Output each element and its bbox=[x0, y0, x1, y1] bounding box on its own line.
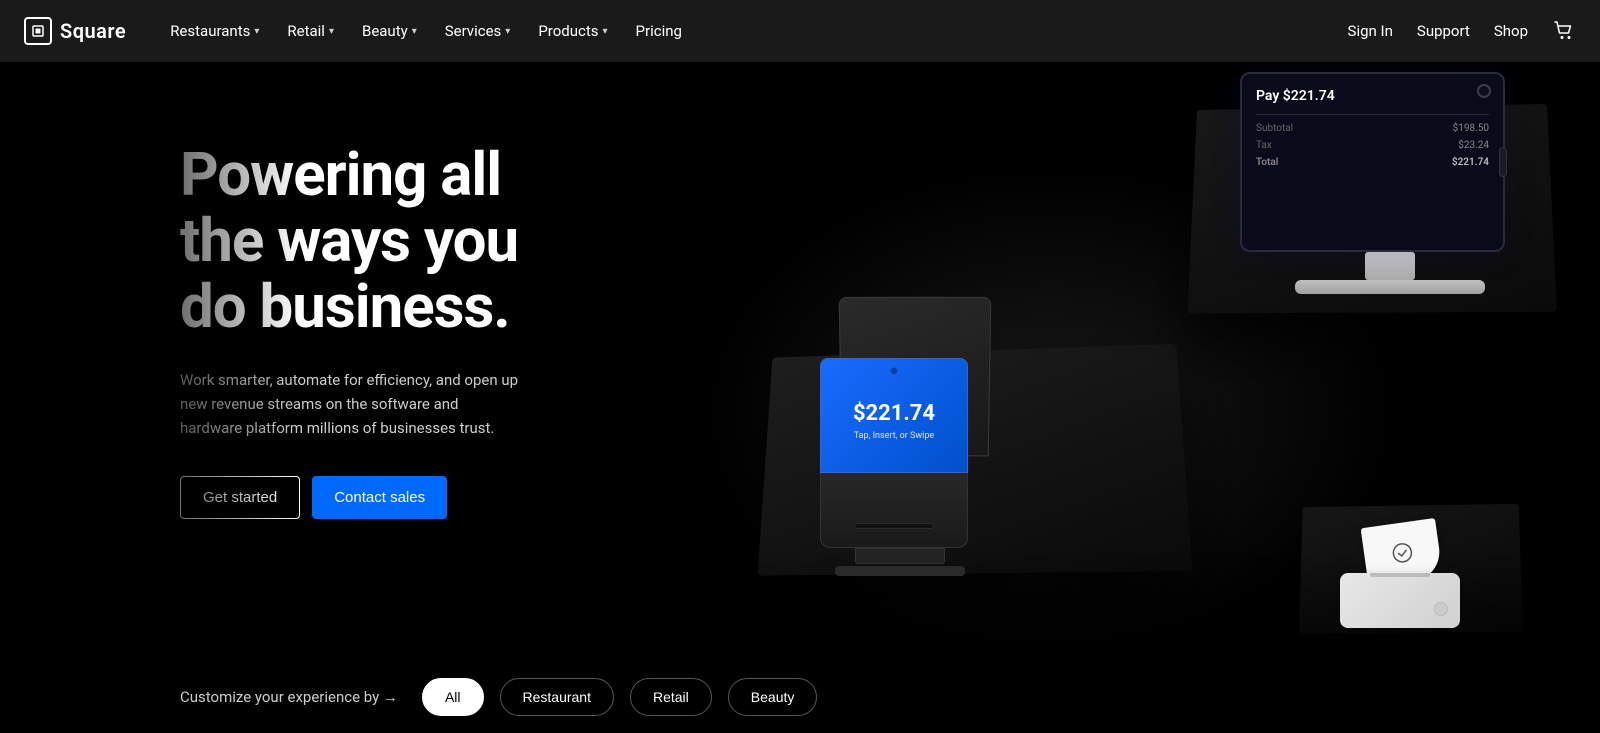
register-neck bbox=[1365, 252, 1415, 280]
nav-support[interactable]: Support bbox=[1417, 22, 1470, 40]
filter-restaurant[interactable]: Restaurant bbox=[500, 678, 614, 716]
device-terminal: $221.74 Tap, Insert, or Swipe bbox=[820, 358, 980, 558]
nav-item-retail[interactable]: Retail ▾ bbox=[275, 14, 346, 48]
customize-bar: Customize your experience by → All Resta… bbox=[0, 660, 1600, 733]
register-row-3: Total $221.74 bbox=[1256, 157, 1489, 168]
nav-shop[interactable]: Shop bbox=[1494, 22, 1528, 40]
terminal-instruction: Tap, Insert, or Swipe bbox=[854, 431, 934, 441]
cart-icon[interactable] bbox=[1552, 19, 1576, 43]
register-row-1: Subtotal $198.50 bbox=[1256, 123, 1489, 134]
card-slot bbox=[854, 523, 934, 529]
nav-links: Restaurants ▾ Retail ▾ Beauty ▾ Services… bbox=[158, 14, 1347, 48]
register-pay-text: Pay $221.74 bbox=[1256, 88, 1489, 104]
checkmark-icon bbox=[1388, 539, 1415, 566]
chevron-down-icon: ▾ bbox=[603, 26, 608, 37]
logo-text: Square bbox=[60, 19, 126, 43]
terminal-stand bbox=[855, 548, 945, 564]
terminal-camera bbox=[890, 367, 898, 375]
square-icon bbox=[31, 24, 45, 38]
nav-item-pricing[interactable]: Pricing bbox=[624, 14, 694, 48]
nav-right: Sign In Support Shop bbox=[1348, 19, 1576, 43]
hero-headline: Powering all the ways you do business. bbox=[180, 142, 560, 340]
chevron-down-icon: ▾ bbox=[329, 26, 334, 37]
nav-item-restaurants[interactable]: Restaurants ▾ bbox=[158, 14, 271, 48]
contact-sales-button[interactable]: Contact sales bbox=[312, 476, 447, 519]
register-screen: Pay $221.74 Subtotal $198.50 Tax $23.24 … bbox=[1240, 72, 1505, 252]
terminal-screen: $221.74 Tap, Insert, or Swipe bbox=[820, 358, 968, 473]
filter-retail[interactable]: Retail bbox=[630, 678, 712, 716]
nav-signin[interactable]: Sign In bbox=[1348, 22, 1393, 40]
register-divider bbox=[1256, 114, 1489, 115]
customize-label: Customize your experience by → bbox=[180, 688, 398, 706]
hero-subtext: Work smarter, automate for efficiency, a… bbox=[180, 368, 520, 440]
hero-content: Powering all the ways you do business. W… bbox=[180, 142, 560, 519]
hero-section: Powering all the ways you do business. W… bbox=[0, 62, 1600, 733]
terminal-base bbox=[835, 566, 965, 576]
register-side-button bbox=[1499, 147, 1507, 177]
terminal-amount: $221.74 bbox=[853, 401, 935, 426]
logo-icon bbox=[24, 17, 52, 45]
navbar: Square Restaurants ▾ Retail ▾ Beauty ▾ S… bbox=[0, 0, 1600, 62]
filter-all[interactable]: All bbox=[422, 678, 484, 716]
nav-item-services[interactable]: Services ▾ bbox=[433, 14, 523, 48]
hero-devices: $221.74 Tap, Insert, or Swipe Pay $221.7… bbox=[700, 62, 1600, 733]
hero-buttons: Get started Contact sales bbox=[180, 476, 560, 519]
nav-item-beauty[interactable]: Beauty ▾ bbox=[350, 14, 429, 48]
get-started-button[interactable]: Get started bbox=[180, 476, 300, 519]
paper-slot bbox=[1370, 573, 1430, 577]
nav-item-products[interactable]: Products ▾ bbox=[526, 14, 619, 48]
chevron-down-icon: ▾ bbox=[412, 26, 417, 37]
terminal-body bbox=[820, 473, 968, 548]
printer-button bbox=[1434, 602, 1448, 616]
device-register: Pay $221.74 Subtotal $198.50 Tax $23.24 … bbox=[1240, 72, 1540, 332]
printer-body bbox=[1340, 573, 1460, 628]
logo[interactable]: Square bbox=[24, 17, 126, 45]
device-printer bbox=[1330, 513, 1470, 623]
chevron-down-icon: ▾ bbox=[505, 26, 510, 37]
register-row-2: Tax $23.24 bbox=[1256, 140, 1489, 151]
register-camera-dot bbox=[1477, 84, 1491, 98]
register-base bbox=[1295, 280, 1485, 294]
chevron-down-icon: ▾ bbox=[254, 26, 259, 37]
filter-beauty[interactable]: Beauty bbox=[728, 678, 818, 716]
